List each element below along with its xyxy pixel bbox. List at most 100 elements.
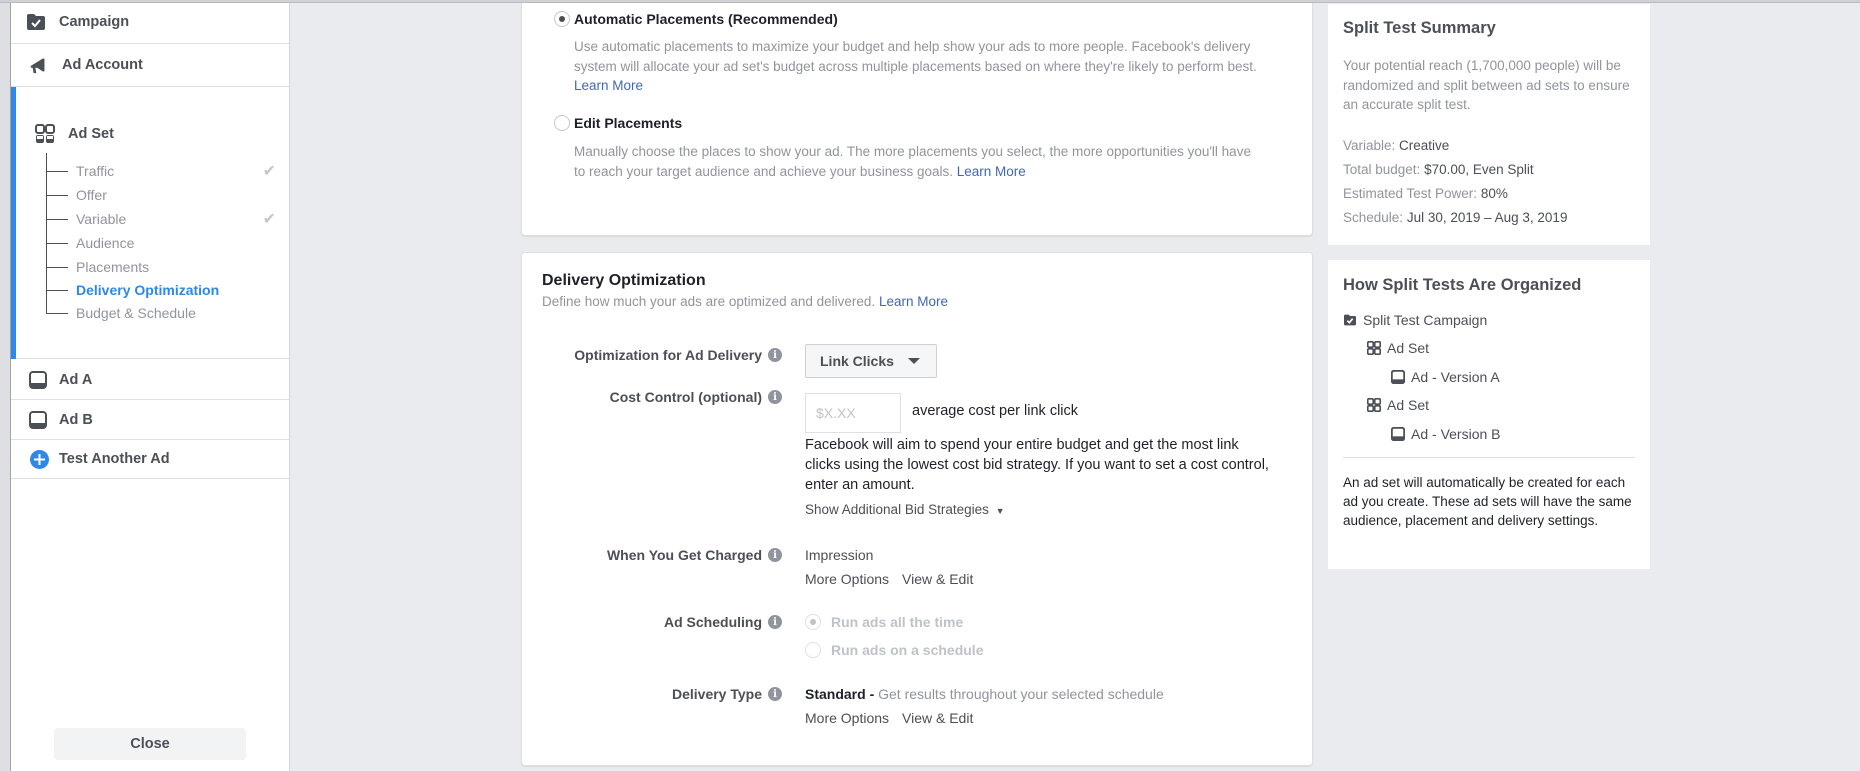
org-label: Ad - Version B bbox=[1411, 426, 1501, 442]
subtitle-text: Define how much your ads are optimized a… bbox=[542, 294, 876, 309]
step-label: Variable bbox=[76, 211, 127, 227]
show-bid-strategies-link[interactable]: Show Additional Bid Strategies ▼ bbox=[805, 502, 1005, 517]
kv-key: Schedule: bbox=[1343, 210, 1404, 225]
learn-more-link[interactable]: Learn More bbox=[957, 164, 1026, 179]
org-ad-set-1: Ad Set bbox=[1367, 340, 1429, 356]
label-text: Optimization for Ad Delivery bbox=[574, 347, 762, 363]
tree-branch bbox=[46, 194, 68, 196]
more-options-link[interactable]: More Options bbox=[805, 710, 889, 726]
org-label: Ad Set bbox=[1387, 397, 1430, 413]
ad-tablet-icon bbox=[28, 370, 48, 390]
view-edit-link[interactable]: View & Edit bbox=[902, 710, 973, 726]
summary-test-power: Estimated Test Power: 80% bbox=[1343, 186, 1508, 201]
sidebar-item-ad-account[interactable]: Ad Account bbox=[11, 44, 289, 87]
active-section-indicator bbox=[11, 87, 16, 359]
checkmark-icon: ✔ bbox=[262, 211, 276, 228]
summary-desc: Your potential reach (1,700,000 people) … bbox=[1343, 58, 1630, 112]
ad-set-grid-icon bbox=[1367, 341, 1381, 355]
tree-branch bbox=[46, 289, 68, 291]
dropdown-value: Link Clicks bbox=[820, 353, 894, 369]
summary-budget: Total budget: $70.00, Even Split bbox=[1343, 162, 1534, 177]
sidebar-item-label: Ad Account bbox=[62, 57, 143, 73]
delivery-type-desc: Get results throughout your selected sch… bbox=[878, 686, 1164, 702]
close-button[interactable]: Close bbox=[54, 728, 246, 760]
info-icon[interactable]: i bbox=[768, 390, 782, 404]
view-edit-link[interactable]: View & Edit bbox=[902, 571, 973, 587]
campaign-folder-icon bbox=[26, 12, 46, 32]
tree-branch bbox=[46, 218, 68, 220]
org-ad-b: Ad - Version B bbox=[1391, 426, 1501, 442]
summary-title: Split Test Summary bbox=[1343, 19, 1496, 37]
sidebar-step-variable[interactable]: Variable ✔ bbox=[46, 211, 276, 228]
run-all-time-radio[interactable] bbox=[805, 614, 821, 630]
info-icon[interactable]: i bbox=[768, 348, 782, 362]
optimization-label: Optimization for Ad Delivery i bbox=[574, 347, 782, 363]
automatic-placements-title: Automatic Placements (Recommended) bbox=[574, 11, 838, 27]
test-another-ad-button[interactable]: Test Another Ad bbox=[11, 440, 289, 479]
run-on-schedule-label: Run ads on a schedule bbox=[831, 642, 984, 658]
ad-tablet-icon bbox=[28, 410, 48, 430]
sidebar-step-traffic[interactable]: Traffic ✔ bbox=[46, 163, 276, 180]
sidebar-item-ad-set[interactable]: Ad Set bbox=[35, 124, 114, 144]
delivery-type-value: Standard - Get results throughout your s… bbox=[805, 686, 1164, 702]
sidebar-item-campaign[interactable]: Campaign bbox=[11, 0, 289, 44]
learn-more-link[interactable]: Learn More bbox=[574, 78, 643, 93]
label-text: When You Get Charged bbox=[606, 547, 762, 563]
summary-variable: Variable: Creative bbox=[1343, 138, 1449, 153]
step-label: Placements bbox=[76, 259, 150, 275]
kv-key: Estimated Test Power: bbox=[1343, 186, 1478, 201]
tree-branch bbox=[46, 266, 68, 268]
ad-set-grid-icon bbox=[35, 124, 55, 144]
sidebar-item-label: Ad A bbox=[59, 371, 93, 388]
optimization-dropdown[interactable]: Link Clicks bbox=[805, 344, 937, 378]
sidebar-step-delivery-optimization[interactable]: Delivery Optimization bbox=[46, 282, 276, 298]
label-text: Cost Control (optional) bbox=[609, 389, 762, 405]
sidebar-step-offer[interactable]: Offer bbox=[46, 187, 276, 203]
delivery-type-label: Delivery Type i bbox=[672, 686, 782, 702]
sidebar-step-budget-schedule[interactable]: Budget & Schedule bbox=[46, 305, 276, 321]
automatic-placements-radio[interactable] bbox=[554, 11, 570, 27]
organization-title: How Split Tests Are Organized bbox=[1343, 276, 1582, 294]
info-icon[interactable]: i bbox=[768, 615, 782, 629]
edit-placements-radio[interactable] bbox=[554, 115, 570, 131]
charged-value: Impression bbox=[805, 547, 874, 563]
info-icon[interactable]: i bbox=[768, 548, 782, 562]
step-label: Delivery Optimization bbox=[76, 282, 220, 298]
label-text: Ad Scheduling bbox=[664, 614, 762, 630]
organization-footer: An ad set will automatically be created … bbox=[1343, 475, 1632, 528]
divider bbox=[1343, 457, 1635, 458]
kv-key: Variable: bbox=[1343, 138, 1396, 153]
caret-down-icon bbox=[907, 358, 920, 364]
link-text: Show Additional Bid Strategies bbox=[805, 502, 989, 517]
step-label: Offer bbox=[76, 187, 107, 203]
more-options-link[interactable]: More Options bbox=[805, 571, 889, 587]
sidebar-step-audience[interactable]: Audience bbox=[46, 235, 276, 251]
run-on-schedule-radio[interactable] bbox=[805, 642, 821, 658]
learn-more-link[interactable]: Learn More bbox=[879, 294, 948, 309]
org-campaign: Split Test Campaign bbox=[1343, 312, 1487, 328]
section-subtitle: Define how much your ads are optimized a… bbox=[542, 294, 948, 309]
kv-value: $70.00, Even Split bbox=[1424, 162, 1534, 177]
kv-value: 80% bbox=[1480, 186, 1508, 201]
sidebar-item-label: Ad B bbox=[59, 411, 93, 428]
step-label: Traffic bbox=[76, 163, 115, 179]
sidebar-section-ad-set: Ad Set Traffic ✔ Offer Variable ✔ Audien… bbox=[11, 87, 289, 359]
sidebar-step-placements[interactable]: Placements bbox=[46, 259, 276, 275]
sidebar-item-ad-a[interactable]: Ad A bbox=[11, 360, 289, 400]
cost-suffix: average cost per link click bbox=[912, 403, 1079, 419]
info-icon[interactable]: i bbox=[768, 687, 782, 701]
kv-value: Jul 30, 2019 – Aug 3, 2019 bbox=[1406, 210, 1568, 225]
sidebar-item-label: Ad Set bbox=[68, 126, 114, 142]
caret-down-icon: ▼ bbox=[995, 506, 1005, 516]
summary-schedule: Schedule: Jul 30, 2019 – Aug 3, 2019 bbox=[1343, 210, 1567, 225]
org-label: Split Test Campaign bbox=[1363, 312, 1488, 328]
sidebar-item-ad-b[interactable]: Ad B bbox=[11, 400, 289, 440]
placements-card: Automatic Placements (Recommended) Use a… bbox=[521, 0, 1313, 236]
org-ad-a: Ad - Version A bbox=[1391, 369, 1500, 385]
label-text: Delivery Type bbox=[671, 686, 762, 702]
split-test-summary-card: Split Test Summary Your potential reach … bbox=[1328, 4, 1650, 245]
kv-value: Creative bbox=[1399, 138, 1450, 153]
kv-key: Total budget: bbox=[1343, 162, 1421, 177]
cost-control-input[interactable] bbox=[805, 393, 901, 433]
plus-circle-icon bbox=[29, 449, 49, 469]
